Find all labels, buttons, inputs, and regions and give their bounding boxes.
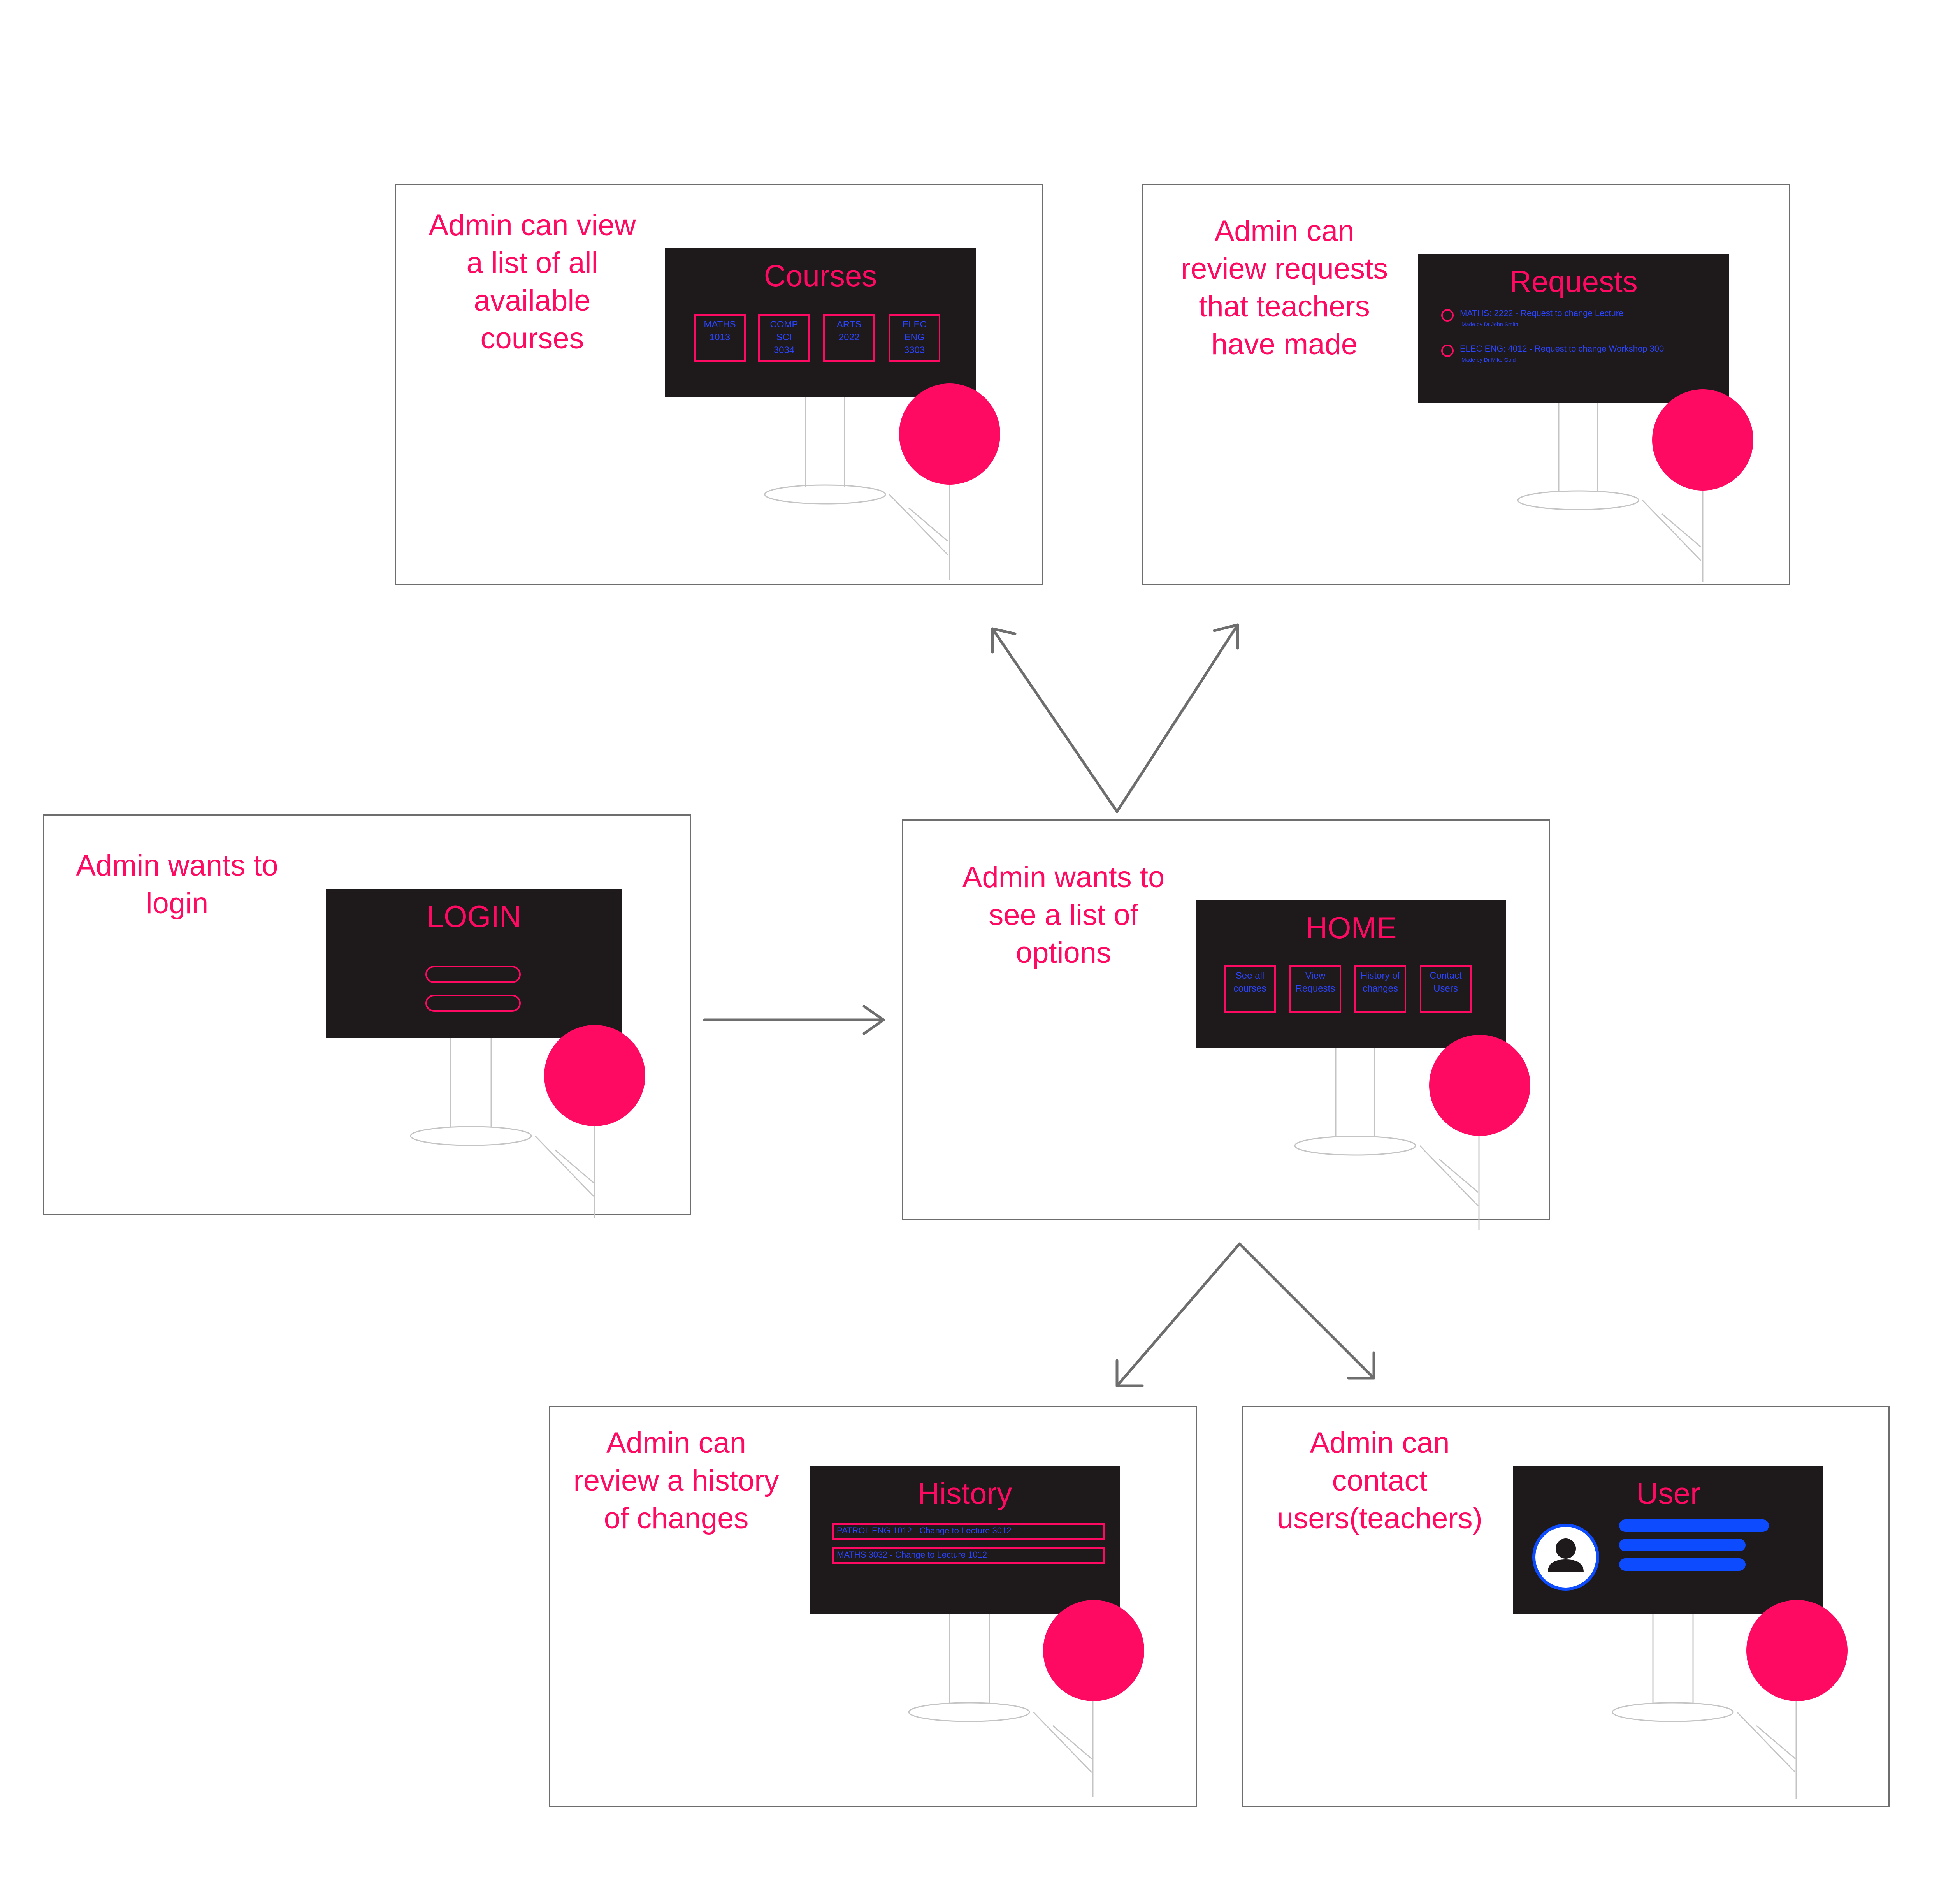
user-info-bar-2	[1619, 1539, 1746, 1551]
person-stand-icon	[1612, 1614, 1797, 1799]
user-title: User	[1636, 1476, 1700, 1510]
user-avatar-icon	[1746, 1600, 1848, 1701]
user-avatar-icon[interactable]	[1531, 1522, 1601, 1592]
user-screen: User	[1513, 1466, 1823, 1614]
user-info-bar-3	[1619, 1558, 1746, 1571]
user-info-bar-1	[1619, 1519, 1769, 1532]
